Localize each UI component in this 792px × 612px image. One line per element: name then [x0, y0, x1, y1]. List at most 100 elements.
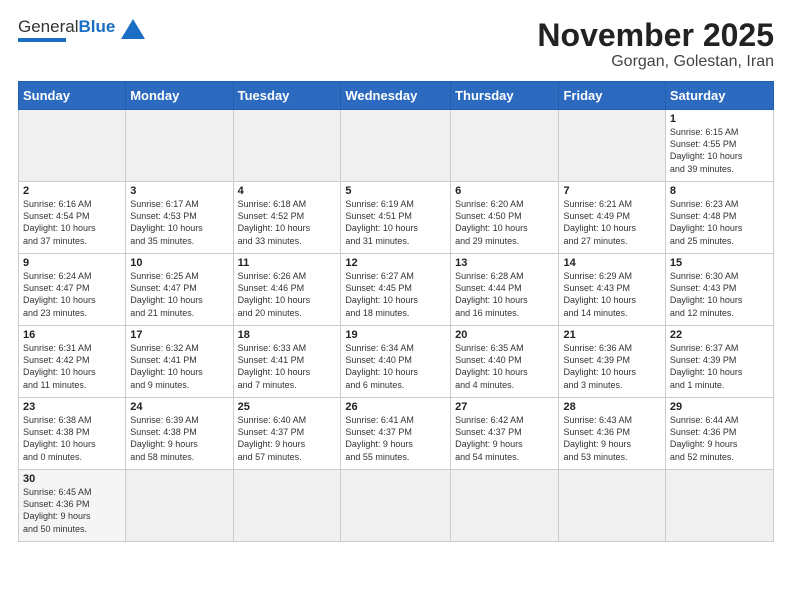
calendar-week-row: 16Sunrise: 6:31 AM Sunset: 4:42 PM Dayli…: [19, 326, 774, 398]
calendar-cell: 28Sunrise: 6:43 AM Sunset: 4:36 PM Dayli…: [559, 398, 665, 470]
day-info: Sunrise: 6:42 AM Sunset: 4:37 PM Dayligh…: [455, 414, 554, 463]
day-info: Sunrise: 6:38 AM Sunset: 4:38 PM Dayligh…: [23, 414, 121, 463]
day-info: Sunrise: 6:21 AM Sunset: 4:49 PM Dayligh…: [563, 198, 660, 247]
day-number: 4: [238, 185, 337, 197]
day-number: 23: [23, 401, 121, 413]
day-info: Sunrise: 6:41 AM Sunset: 4:37 PM Dayligh…: [345, 414, 446, 463]
calendar-cell: 1Sunrise: 6:15 AM Sunset: 4:55 PM Daylig…: [665, 110, 773, 182]
calendar-cell: 23Sunrise: 6:38 AM Sunset: 4:38 PM Dayli…: [19, 398, 126, 470]
calendar-cell: [126, 110, 233, 182]
header-sunday: Sunday: [19, 82, 126, 110]
day-info: Sunrise: 6:36 AM Sunset: 4:39 PM Dayligh…: [563, 342, 660, 391]
header: GeneralBlue November 2025 Gorgan, Golest…: [18, 18, 774, 71]
day-info: Sunrise: 6:17 AM Sunset: 4:53 PM Dayligh…: [130, 198, 228, 247]
day-number: 14: [563, 257, 660, 269]
day-number: 12: [345, 257, 446, 269]
day-number: 15: [670, 257, 769, 269]
day-info: Sunrise: 6:25 AM Sunset: 4:47 PM Dayligh…: [130, 270, 228, 319]
day-info: Sunrise: 6:29 AM Sunset: 4:43 PM Dayligh…: [563, 270, 660, 319]
calendar-week-row: 23Sunrise: 6:38 AM Sunset: 4:38 PM Dayli…: [19, 398, 774, 470]
day-info: Sunrise: 6:19 AM Sunset: 4:51 PM Dayligh…: [345, 198, 446, 247]
calendar-week-row: 1Sunrise: 6:15 AM Sunset: 4:55 PM Daylig…: [19, 110, 774, 182]
calendar-cell: 3Sunrise: 6:17 AM Sunset: 4:53 PM Daylig…: [126, 182, 233, 254]
logo: GeneralBlue: [18, 18, 145, 42]
calendar-cell: [451, 110, 559, 182]
day-number: 1: [670, 113, 769, 125]
calendar-cell: 6Sunrise: 6:20 AM Sunset: 4:50 PM Daylig…: [451, 182, 559, 254]
calendar-cell: [451, 470, 559, 542]
day-number: 26: [345, 401, 446, 413]
day-number: 22: [670, 329, 769, 341]
calendar-cell: 14Sunrise: 6:29 AM Sunset: 4:43 PM Dayli…: [559, 254, 665, 326]
calendar-cell: 27Sunrise: 6:42 AM Sunset: 4:37 PM Dayli…: [451, 398, 559, 470]
calendar-cell: 7Sunrise: 6:21 AM Sunset: 4:49 PM Daylig…: [559, 182, 665, 254]
day-info: Sunrise: 6:27 AM Sunset: 4:45 PM Dayligh…: [345, 270, 446, 319]
calendar-cell: 19Sunrise: 6:34 AM Sunset: 4:40 PM Dayli…: [341, 326, 451, 398]
day-number: 9: [23, 257, 121, 269]
calendar-cell: [665, 470, 773, 542]
day-number: 6: [455, 185, 554, 197]
day-number: 28: [563, 401, 660, 413]
calendar-cell: [19, 110, 126, 182]
day-info: Sunrise: 6:31 AM Sunset: 4:42 PM Dayligh…: [23, 342, 121, 391]
calendar-week-row: 30Sunrise: 6:45 AM Sunset: 4:36 PM Dayli…: [19, 470, 774, 542]
day-number: 19: [345, 329, 446, 341]
day-number: 16: [23, 329, 121, 341]
day-number: 20: [455, 329, 554, 341]
calendar-cell: [233, 110, 341, 182]
day-number: 17: [130, 329, 228, 341]
day-number: 27: [455, 401, 554, 413]
calendar-cell: 25Sunrise: 6:40 AM Sunset: 4:37 PM Dayli…: [233, 398, 341, 470]
calendar-cell: [559, 110, 665, 182]
calendar-subtitle: Gorgan, Golestan, Iran: [537, 53, 774, 71]
calendar-cell: 10Sunrise: 6:25 AM Sunset: 4:47 PM Dayli…: [126, 254, 233, 326]
day-info: Sunrise: 6:26 AM Sunset: 4:46 PM Dayligh…: [238, 270, 337, 319]
day-info: Sunrise: 6:15 AM Sunset: 4:55 PM Dayligh…: [670, 126, 769, 175]
calendar-cell: 15Sunrise: 6:30 AM Sunset: 4:43 PM Dayli…: [665, 254, 773, 326]
calendar-cell: 4Sunrise: 6:18 AM Sunset: 4:52 PM Daylig…: [233, 182, 341, 254]
title-block: November 2025 Gorgan, Golestan, Iran: [537, 18, 774, 71]
day-number: 25: [238, 401, 337, 413]
calendar-cell: 5Sunrise: 6:19 AM Sunset: 4:51 PM Daylig…: [341, 182, 451, 254]
day-info: Sunrise: 6:44 AM Sunset: 4:36 PM Dayligh…: [670, 414, 769, 463]
calendar-cell: 13Sunrise: 6:28 AM Sunset: 4:44 PM Dayli…: [451, 254, 559, 326]
day-info: Sunrise: 6:39 AM Sunset: 4:38 PM Dayligh…: [130, 414, 228, 463]
header-friday: Friday: [559, 82, 665, 110]
page: GeneralBlue November 2025 Gorgan, Golest…: [0, 0, 792, 612]
calendar-week-row: 2Sunrise: 6:16 AM Sunset: 4:54 PM Daylig…: [19, 182, 774, 254]
day-info: Sunrise: 6:35 AM Sunset: 4:40 PM Dayligh…: [455, 342, 554, 391]
day-number: 8: [670, 185, 769, 197]
header-monday: Monday: [126, 82, 233, 110]
calendar-cell: 17Sunrise: 6:32 AM Sunset: 4:41 PM Dayli…: [126, 326, 233, 398]
calendar-table: Sunday Monday Tuesday Wednesday Thursday…: [18, 81, 774, 542]
day-info: Sunrise: 6:34 AM Sunset: 4:40 PM Dayligh…: [345, 342, 446, 391]
calendar-cell: 30Sunrise: 6:45 AM Sunset: 4:36 PM Dayli…: [19, 470, 126, 542]
calendar-cell: [341, 110, 451, 182]
day-info: Sunrise: 6:18 AM Sunset: 4:52 PM Dayligh…: [238, 198, 337, 247]
day-info: Sunrise: 6:33 AM Sunset: 4:41 PM Dayligh…: [238, 342, 337, 391]
logo-blue: Blue: [78, 17, 115, 36]
calendar-cell: 16Sunrise: 6:31 AM Sunset: 4:42 PM Dayli…: [19, 326, 126, 398]
calendar-cell: 18Sunrise: 6:33 AM Sunset: 4:41 PM Dayli…: [233, 326, 341, 398]
day-number: 7: [563, 185, 660, 197]
day-info: Sunrise: 6:20 AM Sunset: 4:50 PM Dayligh…: [455, 198, 554, 247]
day-number: 29: [670, 401, 769, 413]
calendar-title: November 2025: [537, 18, 774, 53]
day-number: 24: [130, 401, 228, 413]
calendar-cell: 26Sunrise: 6:41 AM Sunset: 4:37 PM Dayli…: [341, 398, 451, 470]
calendar-cell: 24Sunrise: 6:39 AM Sunset: 4:38 PM Dayli…: [126, 398, 233, 470]
day-number: 2: [23, 185, 121, 197]
logo-general: General: [18, 17, 78, 36]
day-number: 21: [563, 329, 660, 341]
calendar-cell: [233, 470, 341, 542]
day-info: Sunrise: 6:16 AM Sunset: 4:54 PM Dayligh…: [23, 198, 121, 247]
day-number: 5: [345, 185, 446, 197]
calendar-cell: 29Sunrise: 6:44 AM Sunset: 4:36 PM Dayli…: [665, 398, 773, 470]
day-number: 13: [455, 257, 554, 269]
calendar-cell: [341, 470, 451, 542]
calendar-cell: 22Sunrise: 6:37 AM Sunset: 4:39 PM Dayli…: [665, 326, 773, 398]
calendar-cell: 21Sunrise: 6:36 AM Sunset: 4:39 PM Dayli…: [559, 326, 665, 398]
header-thursday: Thursday: [451, 82, 559, 110]
day-info: Sunrise: 6:24 AM Sunset: 4:47 PM Dayligh…: [23, 270, 121, 319]
day-info: Sunrise: 6:32 AM Sunset: 4:41 PM Dayligh…: [130, 342, 228, 391]
